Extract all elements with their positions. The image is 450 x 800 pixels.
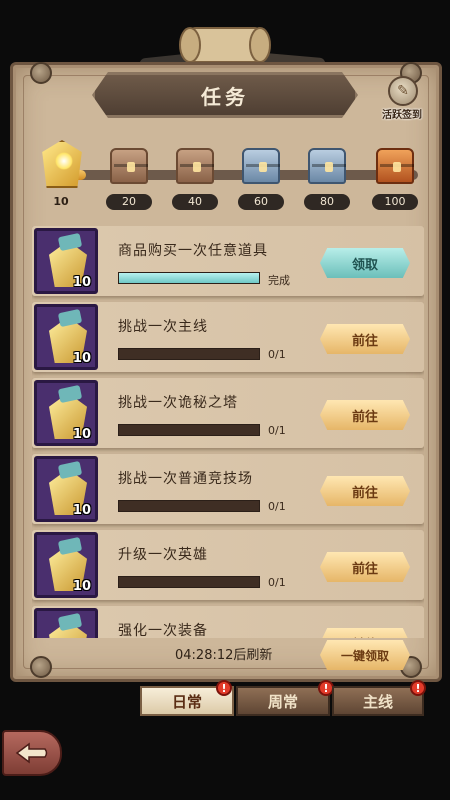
tab-main-alert-badge: ! xyxy=(410,680,426,696)
milestone-40[interactable]: 40 xyxy=(170,148,220,212)
wood-chest-icon xyxy=(110,148,148,184)
reward-quantity: 10 xyxy=(72,503,91,518)
task-progress-bar xyxy=(118,348,260,360)
task-progress-text: 0/1 xyxy=(268,424,286,437)
milestone-100[interactable]: 100 xyxy=(370,148,420,212)
pin-bottom-left xyxy=(30,656,52,678)
reward-medal-icon: 10 xyxy=(34,608,98,638)
goto-button[interactable]: 前往 xyxy=(320,476,410,506)
milestone-10[interactable]: 10 xyxy=(36,140,86,212)
wood-chest-icon xyxy=(176,148,214,184)
task-title: 升级一次英雄 xyxy=(118,547,208,563)
task-row: 10 挑战一次诡秘之塔 0/1 前往 xyxy=(32,378,424,448)
reward-medal-icon: 10 xyxy=(34,228,98,294)
milestone-value: 20 xyxy=(106,194,152,210)
task-title: 商品购买一次任意道具 xyxy=(118,243,268,259)
reward-quantity: 10 xyxy=(72,427,91,442)
task-row: 10 强化一次装备 前往 xyxy=(32,606,424,638)
task-screen: 任务 ✎ 活跃签到 10 20 40 60 80 100 10 商品购买一次任意… xyxy=(0,0,450,800)
task-progress-bar xyxy=(118,424,260,436)
milestone-value: 40 xyxy=(172,194,218,210)
task-row: 10 挑战一次主线 0/1 前往 xyxy=(32,302,424,372)
back-arrow-icon xyxy=(15,742,48,764)
task-progress-text: 完成 xyxy=(268,274,290,287)
reward-medal-icon: 10 xyxy=(34,380,98,446)
task-progress-text: 0/1 xyxy=(268,348,286,361)
goto-button[interactable]: 前往 xyxy=(320,400,410,430)
milestone-20[interactable]: 20 xyxy=(104,148,154,212)
tab-weekly[interactable]: 周常 xyxy=(236,686,330,716)
goto-button[interactable]: 前往 xyxy=(320,552,410,582)
title-banner: 任务 xyxy=(92,72,358,118)
back-button[interactable] xyxy=(2,730,62,776)
claim-button[interactable]: 领取 xyxy=(320,248,410,278)
goto-button[interactable]: 前往 xyxy=(320,324,410,354)
task-progress-text: 0/1 xyxy=(268,576,286,589)
task-progress-bar xyxy=(118,500,260,512)
milestone-80[interactable]: 80 xyxy=(302,148,352,212)
page-title: 任务 xyxy=(201,84,249,109)
task-title: 强化一次装备 xyxy=(118,623,208,638)
silver-chest-icon xyxy=(308,148,346,184)
medal-icon xyxy=(42,140,82,188)
task-progress-bar xyxy=(118,576,260,588)
task-row: 10 挑战一次普通竞技场 0/1 前往 xyxy=(32,454,424,524)
scroll-icon: ✎ xyxy=(388,76,418,106)
milestone-value: 60 xyxy=(238,194,284,210)
task-title: 挑战一次诡秘之塔 xyxy=(118,395,238,411)
milestone-60[interactable]: 60 xyxy=(236,148,286,212)
milestone-value: 80 xyxy=(304,194,350,210)
reward-quantity: 10 xyxy=(72,579,91,594)
task-list[interactable]: 10 商品购买一次任意道具 完成 领取 10 挑战一次主线 0/1 前往 10 … xyxy=(32,226,424,638)
active-signin-label: 活跃签到 xyxy=(382,110,422,121)
reward-quantity: 10 xyxy=(72,275,91,290)
reward-medal-icon: 10 xyxy=(34,304,98,370)
task-row: 10 升级一次英雄 0/1 前往 xyxy=(32,530,424,600)
refresh-timer: 04:28:12后刷新 xyxy=(175,648,273,663)
milestone-value: 10 xyxy=(53,195,69,208)
activity-progress: 10 20 40 60 80 100 xyxy=(36,140,426,212)
reward-medal-icon: 10 xyxy=(34,456,98,522)
reward-medal-icon: 10 xyxy=(34,532,98,598)
active-signin-button[interactable]: ✎ 活跃签到 xyxy=(378,76,426,122)
task-row: 10 商品购买一次任意道具 完成 领取 xyxy=(32,226,424,296)
gold-chest-icon xyxy=(376,148,414,184)
milestone-value: 100 xyxy=(372,194,418,210)
task-title: 挑战一次主线 xyxy=(118,319,208,335)
goto-button[interactable]: 前往 xyxy=(320,628,410,638)
task-progress-text: 0/1 xyxy=(268,500,286,513)
tab-daily-alert-badge: ! xyxy=(216,680,232,696)
reward-quantity: 10 xyxy=(72,351,91,366)
claim-all-button[interactable]: 一键领取 xyxy=(320,640,410,670)
silver-chest-icon xyxy=(242,148,280,184)
task-title: 挑战一次普通竞技场 xyxy=(118,471,253,487)
pin-top-left xyxy=(30,62,52,84)
task-progress-bar xyxy=(118,272,260,284)
